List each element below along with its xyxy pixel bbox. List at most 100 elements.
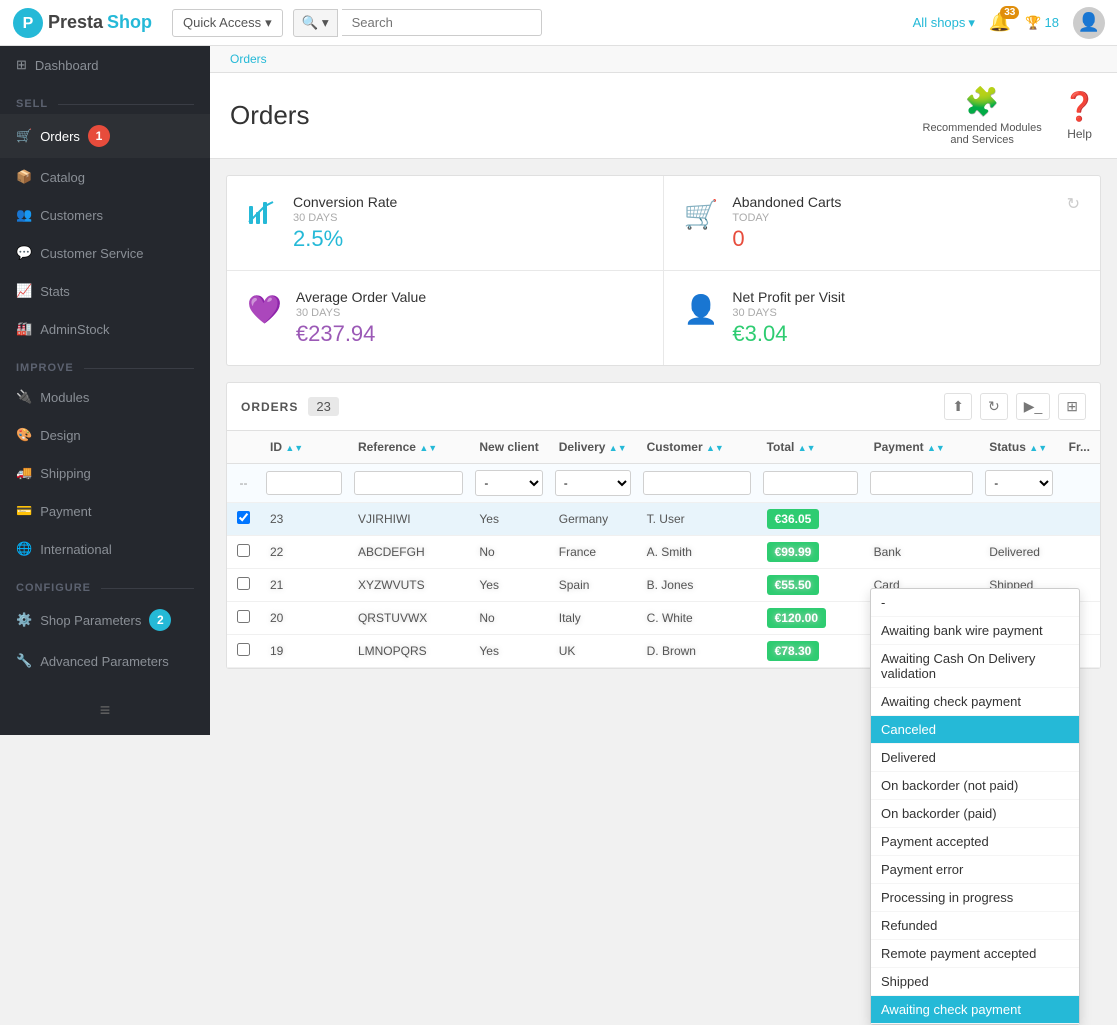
quick-access-button[interactable]: Quick Access ▾ — [172, 9, 283, 37]
trophy-button[interactable]: 🏆 18 — [1025, 15, 1059, 31]
sidebar-label-dashboard: Dashboard — [35, 58, 99, 73]
sidebar-item-modules[interactable]: 🔌 Modules — [0, 378, 210, 416]
breadcrumb: Orders — [210, 46, 1117, 73]
export-button[interactable]: ⬆ — [944, 393, 972, 420]
row-checkbox[interactable] — [237, 577, 250, 590]
net-profit-value: €3.04 — [732, 321, 1080, 347]
th-total[interactable]: Total ▲▼ — [757, 431, 864, 464]
sidebar-label-shipping: Shipping — [40, 466, 91, 481]
filter-reference-input[interactable] — [354, 471, 463, 495]
th-id[interactable]: ID ▲▼ — [260, 431, 348, 464]
status-dropdown-item[interactable]: Delivered — [871, 744, 1079, 772]
filter-delivery-select[interactable]: - — [555, 470, 631, 496]
th-status[interactable]: Status ▲▼ — [979, 431, 1058, 464]
status-dropdown-item[interactable]: - — [871, 589, 1079, 617]
refresh-icon[interactable]: ↻ — [1067, 194, 1080, 214]
status-dropdown-item[interactable]: On backorder (not paid) — [871, 772, 1079, 800]
row-total: €55.50 — [757, 569, 864, 602]
filter-payment-input[interactable] — [870, 471, 974, 495]
recommended-modules-label: Recommended Modules and Services — [922, 122, 1042, 146]
sidebar-item-shop-parameters[interactable]: ⚙️ Shop Parameters 2 — [0, 598, 210, 642]
sidebar-item-international[interactable]: 🌐 International — [0, 530, 210, 568]
sidebar-item-customer-service[interactable]: 💬 Customer Service — [0, 234, 210, 272]
refresh-table-button[interactable]: ↻ — [980, 393, 1008, 420]
filter-customer-input[interactable] — [643, 471, 751, 495]
row-new-client: Yes — [469, 635, 548, 668]
user-avatar[interactable]: 👤 — [1073, 7, 1105, 39]
status-dropdown-item[interactable]: Payment error — [871, 856, 1079, 884]
breadcrumb-orders-link[interactable]: Orders — [230, 52, 267, 66]
row-delivery: France — [549, 536, 637, 569]
filter-id-input[interactable] — [266, 471, 342, 495]
th-reference[interactable]: Reference ▲▼ — [348, 431, 469, 464]
table-row[interactable]: 22 ABCDEFGH No France A. Smith €99.99 Ba… — [227, 536, 1100, 569]
sidebar-label-catalog: Catalog — [40, 170, 85, 185]
avg-order-label: Average Order Value — [296, 289, 643, 305]
row-reference: VJIRHIWI — [348, 503, 469, 536]
status-dropdown-item[interactable]: Refunded — [871, 912, 1079, 940]
recommended-modules-button[interactable]: 🧩 Recommended Modules and Services — [922, 85, 1042, 146]
row-delivery: Germany — [549, 503, 637, 536]
stats-icon: 📈 — [16, 283, 32, 299]
status-dropdown-item[interactable]: Awaiting bank wire payment — [871, 617, 1079, 645]
logo[interactable]: P PrestaShop — [12, 7, 152, 39]
search-type-button[interactable]: 🔍 ▾ — [293, 9, 338, 37]
sidebar-item-adminstock[interactable]: 🏭 AdminStock — [0, 310, 210, 348]
sidebar-item-advanced-parameters[interactable]: 🔧 Advanced Parameters — [0, 642, 210, 680]
search-icon: 🔍 — [302, 15, 319, 30]
row-checkbox[interactable] — [237, 544, 250, 557]
terminal-button[interactable]: ▶_ — [1016, 393, 1051, 420]
th-customer[interactable]: Customer ▲▼ — [637, 431, 757, 464]
sidebar-collapse-button[interactable]: ≡ — [0, 686, 210, 735]
orders-section-title: ORDERS — [241, 400, 298, 414]
status-dropdown-item[interactable]: Awaiting check payment — [871, 688, 1079, 716]
columns-button[interactable]: ⊞ — [1058, 393, 1086, 420]
row-delivery: Italy — [549, 602, 637, 635]
status-dropdown-item[interactable]: Payment accepted — [871, 828, 1079, 856]
row-checkbox[interactable] — [237, 643, 250, 656]
trophy-icon: 🏆 — [1025, 15, 1041, 31]
help-button[interactable]: ❓ Help — [1062, 90, 1097, 141]
row-reference: ABCDEFGH — [348, 536, 469, 569]
row-total: €36.05 — [757, 503, 864, 536]
search-input[interactable] — [342, 9, 542, 36]
th-delivery[interactable]: Delivery ▲▼ — [549, 431, 637, 464]
stat-info-abandoned: Abandoned Carts TODAY 0 — [732, 194, 1052, 252]
all-shops-button[interactable]: All shops ▾ — [913, 15, 975, 31]
notifications-button[interactable]: 🔔 33 — [989, 12, 1011, 33]
status-dropdown-item[interactable]: Awaiting Cash On Delivery validation — [871, 645, 1079, 688]
th-payment[interactable]: Payment ▲▼ — [864, 431, 980, 464]
orders-step-badge: 1 — [88, 125, 110, 147]
sidebar-label-advanced-parameters: Advanced Parameters — [40, 654, 169, 669]
table-row[interactable]: 23 VJIRHIWI Yes Germany T. User €36.05 — [227, 503, 1100, 536]
row-payment — [864, 503, 980, 536]
sidebar-item-orders[interactable]: 🛒 Orders 1 — [0, 114, 210, 158]
sidebar-item-customers[interactable]: 👥 Customers — [0, 196, 210, 234]
filter-new-client-select[interactable]: - Yes No — [475, 470, 542, 496]
row-checkbox[interactable] — [237, 610, 250, 623]
status-dropdown-item[interactable]: On backorder (paid) — [871, 800, 1079, 828]
puzzle-icon: 🧩 — [965, 85, 1000, 118]
shop-params-icon: ⚙️ — [16, 612, 32, 628]
sidebar-item-stats[interactable]: 📈 Stats — [0, 272, 210, 310]
sort-icons-total: ▲▼ — [798, 443, 816, 453]
sidebar-item-catalog[interactable]: 📦 Catalog — [0, 158, 210, 196]
all-shops-label: All shops — [913, 15, 966, 30]
row-reference: LMNOPQRS — [348, 635, 469, 668]
status-dropdown-item[interactable]: Awaiting check payment — [871, 996, 1079, 1024]
status-dropdown-item[interactable]: Remote payment accepted — [871, 940, 1079, 968]
filter-status-select[interactable]: - — [985, 470, 1052, 496]
filter-total-input[interactable] — [763, 471, 858, 495]
sidebar-item-dashboard[interactable]: ⊞ Dashboard — [0, 46, 210, 84]
payment-icon: 💳 — [16, 503, 32, 519]
row-checkbox[interactable] — [237, 511, 250, 524]
sidebar-item-shipping[interactable]: 🚚 Shipping — [0, 454, 210, 492]
sidebar-item-design[interactable]: 🎨 Design — [0, 416, 210, 454]
status-dropdown-item[interactable]: Canceled — [871, 716, 1079, 744]
customer-service-icon: 💬 — [16, 245, 32, 261]
status-dropdown-item[interactable]: Shipped — [871, 968, 1079, 996]
sidebar-item-payment[interactable]: 💳 Payment — [0, 492, 210, 530]
status-dropdown-item[interactable]: Processing in progress — [871, 884, 1079, 912]
row-customer: B. Jones — [637, 569, 757, 602]
status-dropdown[interactable]: -Awaiting bank wire paymentAwaiting Cash… — [870, 588, 1080, 1025]
